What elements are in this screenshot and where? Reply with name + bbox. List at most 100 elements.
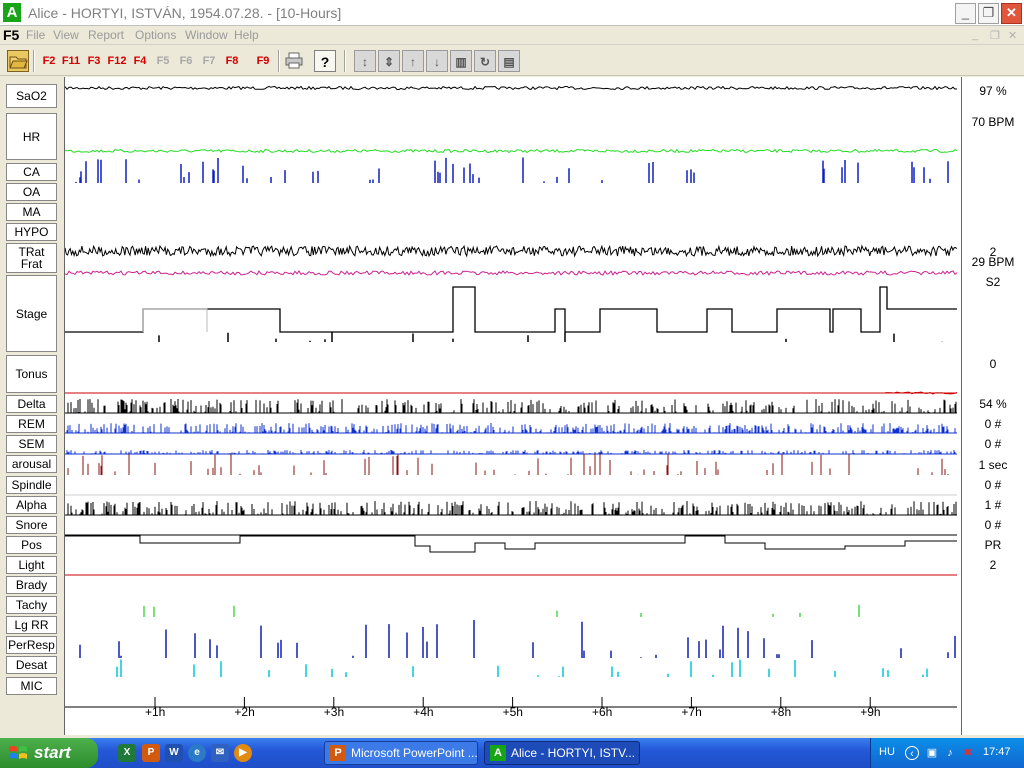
move-down-icon[interactable]: ↓ [426,50,448,72]
lgrr-events [79,620,956,658]
close-button[interactable]: ✕ [1001,3,1022,24]
channel-label-pos[interactable]: Pos [6,536,57,554]
time-tick-label: +1h [145,705,166,719]
task-alice-label: Alice - HORTYI, ISTV... [511,746,636,760]
channel-label-tachy[interactable]: Tachy [6,596,57,614]
signal-plot-area[interactable]: +1h +2h +3h +4h +5h +6h +7h +8h +9h [64,77,962,735]
expand-icon[interactable]: ↕ [354,50,376,72]
channel-label-arousal[interactable]: arousal [6,455,57,473]
channel-label-light[interactable]: Light [6,556,57,574]
help-button[interactable]: ? [314,50,336,72]
time-tick-label: +5h [502,705,523,719]
taskbar: start X P W e ✉ ▶ P Microsoft PowerPoint… [0,738,1024,768]
trat-readout: 29 BPM [971,255,1015,269]
stage-markers [158,332,943,342]
fkey-button-f5[interactable]: F5 [152,50,174,72]
mdi-close-button[interactable]: ✕ [1008,29,1017,42]
hr-trace [64,148,958,154]
time-tick-label: +3h [323,705,345,719]
channel-label-sem[interactable]: SEM [6,435,57,453]
toolbar-separator [33,50,35,72]
folder-open-icon[interactable] [7,50,29,72]
channel-label-stage[interactable]: Stage [6,275,57,352]
channel-label-sao2[interactable]: SaO2 [6,84,57,108]
stage-readout: S2 [985,275,1001,289]
fkey-button-f9[interactable]: F9 [252,50,274,72]
fkey-button-f12[interactable]: F12 [106,50,128,72]
fkey-button-f7[interactable]: F7 [198,50,220,72]
ca-events [75,157,949,183]
channel-label-trat[interactable]: TRat Frat [6,243,57,273]
menu-window[interactable]: Window [185,28,228,42]
compress-icon[interactable]: ⇕ [378,50,400,72]
menu-help[interactable]: Help [234,28,259,42]
pos-readout: PR [984,538,1002,552]
position-trace [65,535,957,553]
channel-label-alpha[interactable]: Alpha [6,496,57,514]
excel-icon[interactable]: X [118,744,136,762]
rem-events [66,423,956,433]
refresh-icon[interactable]: ↻ [474,50,496,72]
fkey-button-f4[interactable]: F4 [129,50,151,72]
task-alice[interactable]: A Alice - HORTYI, ISTV... [484,741,640,765]
menu-report[interactable]: Report [88,28,124,42]
menu-view[interactable]: View [53,28,79,42]
fkey-button-f3[interactable]: F3 [83,50,105,72]
recording-view: SaO2 HR CA OA MA HYPO TRat Frat Stage Tonus Delta… [0,77,1024,735]
clock: 17:47 [983,746,1011,758]
fkey-button-f8[interactable]: F8 [221,50,243,72]
channel-label-delta[interactable]: Delta [6,395,57,413]
light-readout: 2 [989,558,997,572]
mdi-restore-button[interactable]: ❐ [990,29,1000,42]
volume-tray-icon[interactable]: ♪ [943,746,957,760]
application-window: A Alice - HORTYI, ISTVÁN, 1954.07.28. - … [0,0,1024,768]
language-indicator[interactable]: HU [879,746,895,758]
start-button[interactable]: start [0,738,98,768]
menu-file[interactable]: File [26,28,45,42]
fkey-button-f11[interactable]: F11 [60,50,82,72]
alpha-readout: 1 # [984,498,1002,512]
tonus-readout: 0 [989,357,997,371]
channel-label-hypo[interactable]: HYPO [6,223,57,241]
channel-label-spindle[interactable]: Spindle [6,476,57,494]
channel-label-brady[interactable]: Brady [6,576,57,594]
channel-label-lg-rr[interactable]: Lg RR [6,616,57,634]
mdi-minimize-button[interactable]: _ [972,29,978,41]
time-tick-label: +8h [770,705,792,719]
channel-label-ma[interactable]: MA [6,203,57,221]
delta-events [67,399,957,413]
security-tray-icon[interactable]: ✖ [961,746,975,760]
channel-label-column: SaO2 HR CA OA MA HYPO TRat Frat Stage Tonus Delta… [0,77,64,735]
f5-document-icon[interactable]: F5 [3,27,19,43]
move-up-icon[interactable]: ↑ [402,50,424,72]
minimize-button[interactable]: _ [955,3,976,24]
powerpoint-icon[interactable]: P [142,744,160,762]
channel-label-rem[interactable]: REM [6,415,57,433]
trat-trace [64,244,958,258]
channel-label-hr[interactable]: HR [6,113,57,160]
fkey-button-f6[interactable]: F6 [175,50,197,72]
tray-chevron-icon[interactable]: ‹ [905,746,919,760]
channel-label-desat[interactable]: Desat [6,656,57,674]
channel-label-mic[interactable]: MIC [6,677,57,695]
columns-icon[interactable]: ▥ [450,50,472,72]
hr-readout: 70 BPM [971,115,1015,129]
network-tray-icon[interactable]: ▣ [925,746,939,760]
channel-label-perresp[interactable]: PerResp [6,636,57,654]
printer-icon[interactable] [283,50,305,72]
channel-label-tonus[interactable]: Tonus [6,355,57,393]
layout-icon[interactable]: ▤ [498,50,520,72]
media-player-icon[interactable]: ▶ [234,744,252,762]
channel-label-snore[interactable]: Snore [6,516,57,534]
menu-options[interactable]: Options [135,28,176,42]
channel-label-ca[interactable]: CA [6,163,57,181]
arousal-events [67,453,949,475]
word-icon[interactable]: W [165,744,183,762]
powerpoint-task-icon: P [330,745,346,761]
outlook-icon[interactable]: ✉ [211,744,229,762]
task-powerpoint[interactable]: P Microsoft PowerPoint ... [324,741,478,765]
maximize-button[interactable]: ❐ [978,3,999,24]
channel-label-oa[interactable]: OA [6,183,57,201]
fkey-button-f2[interactable]: F2 [38,50,60,72]
network-icon[interactable]: e [188,744,206,762]
